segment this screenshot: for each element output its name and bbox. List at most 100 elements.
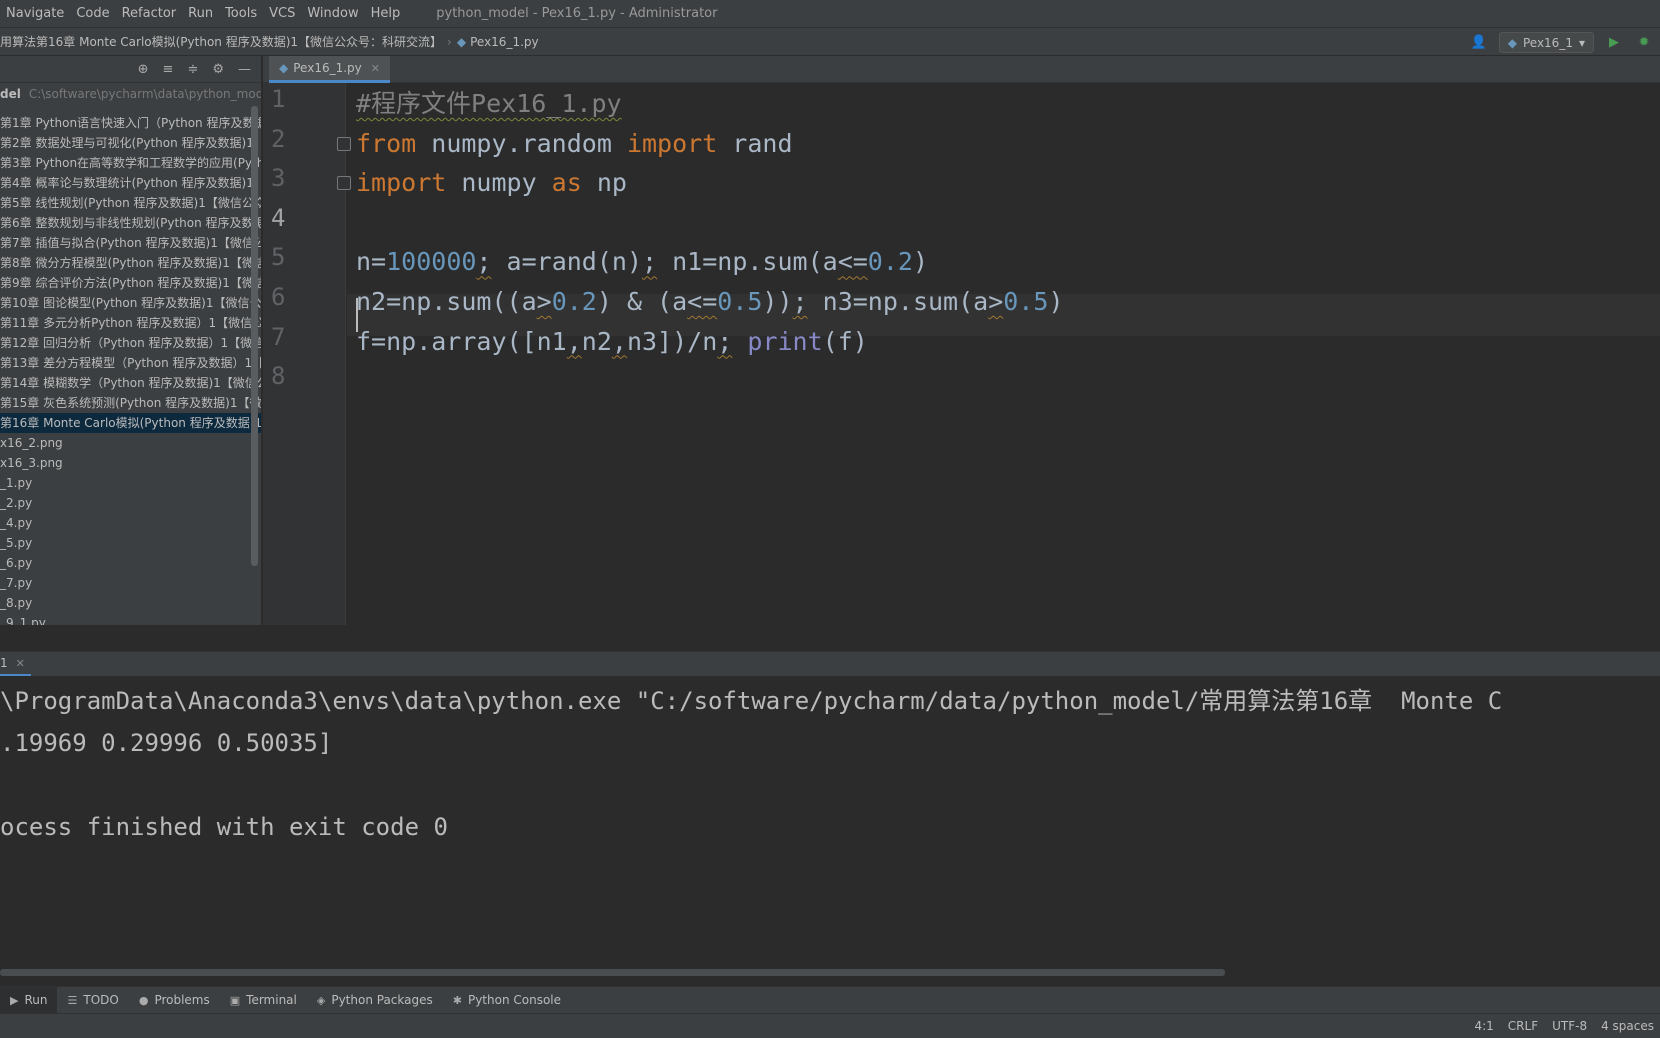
menu-refactor[interactable]: Refactor	[116, 6, 183, 21]
run-tab[interactable]: 1 ✕	[0, 652, 31, 677]
code-token: >	[988, 287, 1004, 316]
fold-marker-icon[interactable]	[337, 176, 351, 191]
project-tree-item[interactable]: 第14章 模糊数学（Python 程序及数据)1【微信公	[0, 373, 261, 393]
project-tree-item[interactable]: 第11章 多元分析Python 程序及数据）1【微信公	[0, 313, 261, 333]
project-tree-item[interactable]: 第4章 概率论与数理统计(Python 程序及数据)1【	[0, 173, 261, 193]
code-editor[interactable]: 1 2 3 4 5 6 7 8 #程序文件Pex16_1.py from numpy.rando…	[263, 83, 1660, 625]
project-tree-item[interactable]: _8.py	[0, 593, 261, 613]
project-tree-item[interactable]: 第2章 数据处理与可视化(Python 程序及数据)1【	[0, 133, 261, 153]
tool-window-bar: ▶ Run ☰ TODO ● Problems ▣ Terminal ◈ Pyt…	[0, 986, 1660, 1014]
code-token: #程序文件Pex16_1.py	[356, 89, 622, 118]
fold-marker-icon[interactable]	[337, 136, 351, 151]
project-tree-item[interactable]: 第3章 Python在高等数学和工程数学的应用(Pytho	[0, 153, 261, 173]
expand-all-icon[interactable]: ≡	[163, 62, 174, 77]
editor-tab-pex16-1[interactable]: ◆ Pex16_1.py ✕	[269, 56, 390, 83]
project-root[interactable]: del C:\software\pycharm\data\python_mode	[0, 83, 261, 105]
code-token: n1=np.sum(a	[657, 247, 838, 277]
project-tree-item[interactable]: _1.py	[0, 473, 261, 493]
project-tree-item[interactable]: 第13章 差分方程模型（Python 程序及数据）1【	[0, 353, 261, 373]
code-line: f=np.array([n1,n2,n3])/n; print(f)	[356, 321, 868, 363]
toolwindow-todo[interactable]: ☰ TODO	[57, 987, 128, 1014]
code-token: ;	[476, 247, 492, 277]
file-encoding[interactable]: UTF-8	[1552, 1019, 1587, 1033]
project-tree-item[interactable]: 第9章 综合评价方法(Python 程序及数据)1【微信	[0, 273, 261, 293]
close-icon[interactable]: ✕	[16, 657, 25, 670]
menu-vcs[interactable]: VCS	[263, 6, 301, 21]
project-tree-item[interactable]: _4.py	[0, 513, 261, 533]
project-tree-item[interactable]: 第15章 灰色系统预测(Python 程序及数据)1【微信	[0, 393, 261, 413]
code-line: #程序文件Pex16_1.py	[356, 83, 622, 125]
project-tree-item[interactable]: x16_2.png	[0, 433, 261, 453]
menu-navigate[interactable]: Navigate	[0, 6, 70, 21]
project-root-path: C:\software\pycharm\data\python_mode	[28, 87, 262, 101]
toolwindow-terminal[interactable]: ▣ Terminal	[220, 987, 307, 1014]
menu-tools[interactable]: Tools	[219, 6, 263, 21]
menu-help[interactable]: Help	[365, 6, 407, 21]
code-line: import numpy as np	[356, 162, 627, 204]
toolwindow-problems[interactable]: ● Problems	[129, 987, 220, 1014]
menu-code[interactable]: Code	[70, 6, 115, 21]
toolwindow-label: Run	[24, 993, 48, 1007]
project-vertical-scrollbar[interactable]	[251, 106, 258, 566]
code-token: ;	[717, 326, 733, 356]
project-tree-item[interactable]: 第12章 回归分析（Python 程序及数据）1【微信	[0, 333, 261, 353]
project-tree-item[interactable]: x16_3.png	[0, 453, 261, 473]
close-icon[interactable]: ✕	[371, 62, 380, 75]
toolwindow-run[interactable]: ▶ Run	[0, 986, 58, 1014]
project-tree-item[interactable]: _7.py	[0, 573, 261, 593]
project-tree-item[interactable]: 第16章 Monte Carlo模拟(Python 程序及数据)1	[0, 413, 261, 433]
project-tree-item[interactable]: 第6章 整数规划与非线性规划(Python 程序及数据	[0, 213, 261, 233]
minimize-icon[interactable]: —	[238, 62, 251, 77]
gear-icon[interactable]: ⚙	[212, 62, 224, 77]
project-tree-item[interactable]: 第7章 插值与拟合(Python 程序及数据)1【微信公	[0, 233, 261, 253]
code-token: ,	[611, 326, 627, 356]
console-horizontal-scrollbar[interactable]	[0, 969, 1225, 976]
project-tree-item[interactable]: 第8章 微分方程模型(Python 程序及数据)1【微信	[0, 253, 261, 273]
run-icon[interactable]: ▶	[1604, 33, 1624, 53]
code-token: import	[626, 128, 718, 158]
indent-setting[interactable]: 4 spaces	[1601, 1019, 1654, 1033]
editor-tab-bar: ◆ Pex16_1.py ✕	[263, 56, 1660, 83]
collapse-all-icon[interactable]: ≑	[187, 62, 198, 77]
panel-divider[interactable]	[0, 625, 1660, 651]
run-console[interactable]: \ProgramData\Anaconda3\envs\data\python.…	[0, 676, 1660, 980]
project-panel: ⊕ ≡ ≑ ⚙ — del C:\software\pycharm\data\p…	[0, 56, 262, 651]
code-token: print	[747, 326, 823, 356]
toolwindow-label: Terminal	[246, 993, 297, 1007]
code-token: import	[356, 168, 447, 198]
menu-run[interactable]: Run	[182, 6, 219, 21]
project-tree-item[interactable]: _2.py	[0, 493, 261, 513]
project-toolbar: ⊕ ≡ ≑ ⚙ —	[0, 56, 261, 83]
editor-tab-label: Pex16_1.py	[293, 61, 362, 75]
code-token: <=	[837, 247, 868, 277]
project-tree-item[interactable]: _5.py	[0, 533, 261, 553]
run-toolbar: 👤 ◆ Pex16_1 ▾ ▶ ✹	[1469, 28, 1660, 57]
project-tree-item[interactable]: 第5章 线性规划(Python 程序及数据)1【微信公众	[0, 193, 261, 213]
run-configuration-select[interactable]: ◆ Pex16_1 ▾	[1498, 32, 1594, 53]
debug-icon[interactable]: ✹	[1634, 33, 1654, 53]
project-tree-item[interactable]: _6.py	[0, 553, 261, 573]
line-number: 1	[271, 85, 286, 113]
breadcrumb-separator-icon: ›	[447, 34, 452, 49]
console-line: \ProgramData\Anaconda3\envs\data\python.…	[0, 687, 1503, 715]
line-separator[interactable]: CRLF	[1508, 1019, 1538, 1033]
python-file-icon: ◆	[279, 61, 289, 75]
toolwindow-python-console[interactable]: ✱ Python Console	[443, 987, 571, 1014]
project-tree-item[interactable]: 第1章 Python语言快速入门（Python 程序及数据	[0, 113, 261, 133]
code-token: f=np.array([n1	[356, 326, 567, 356]
user-icon[interactable]: 👤	[1469, 33, 1489, 53]
code-token: >	[536, 287, 552, 316]
line-number: 6	[271, 283, 286, 311]
chevron-down-icon: ▾	[1578, 35, 1585, 50]
run-configuration-label: Pex16_1	[1522, 35, 1573, 50]
python-console-icon: ✱	[452, 993, 462, 1007]
project-tree-item[interactable]: 第10章 图论模型(Python 程序及数据)1【微信公众	[0, 293, 261, 313]
menu-window[interactable]: Window	[301, 6, 364, 21]
breadcrumb-file[interactable]: Pex16_1.py	[470, 35, 539, 49]
code-token: ,	[566, 326, 582, 356]
run-tab-label: 1	[0, 656, 8, 670]
breadcrumb-folder[interactable]: 用算法第16章 Monte Carlo模拟(Python 程序及数据)1【微信公…	[0, 33, 442, 50]
toolwindow-python-packages[interactable]: ◈ Python Packages	[307, 987, 443, 1014]
locate-icon[interactable]: ⊕	[138, 62, 149, 77]
caret-position[interactable]: 4:1	[1474, 1019, 1493, 1033]
